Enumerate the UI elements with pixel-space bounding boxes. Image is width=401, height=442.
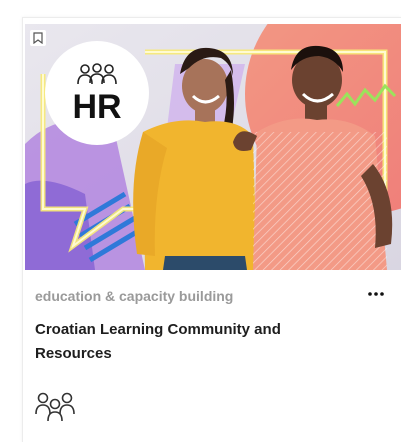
bookmark-button[interactable] [30, 30, 46, 46]
community-card[interactable]: HR education & capacity building Croatia… [22, 17, 401, 442]
group-icon [77, 63, 117, 85]
category-label: education & capacity building [35, 288, 234, 304]
hr-logo-badge: HR [45, 41, 149, 145]
hr-badge-text: HR [72, 88, 122, 126]
card-image[interactable]: HR [25, 24, 401, 270]
more-options-button[interactable] [366, 286, 386, 302]
card-title[interactable]: Croatian Learning Community and Resource… [35, 318, 345, 366]
community-icon [35, 392, 75, 422]
bookmark-icon [33, 32, 43, 44]
more-options-icon [368, 292, 384, 296]
